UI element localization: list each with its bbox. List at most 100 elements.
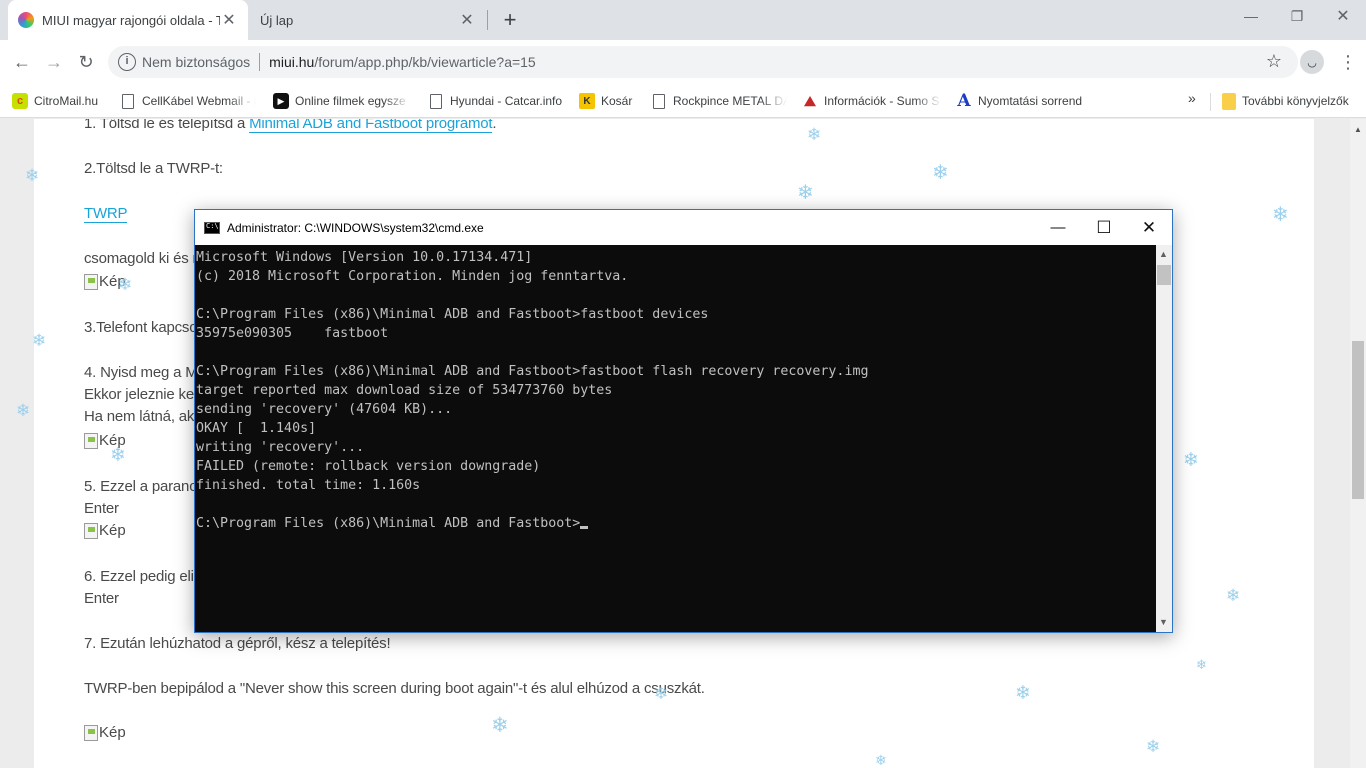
tab-separator xyxy=(487,10,488,30)
image-alt-text: Kép xyxy=(99,724,126,741)
snowflake-icon: ❄ xyxy=(1183,450,1199,471)
step-1-text: 1. Töltsd le és telepítsd a xyxy=(84,119,250,132)
console-line: C:\Program Files (x86)\Minimal ADB and F… xyxy=(196,307,709,322)
play-icon: ▶ xyxy=(273,93,289,109)
tab-close-icon[interactable]: ✕ xyxy=(220,10,238,30)
image-alt-text: Kép xyxy=(99,522,126,539)
new-tab-button[interactable]: + xyxy=(498,6,522,34)
cmd-title: Administrator: C:\WINDOWS\system32\cmd.e… xyxy=(227,220,484,235)
bookmark-item[interactable]: c CitroMail.hu xyxy=(12,90,108,112)
console-line: Microsoft Windows [Version 10.0.17134.47… xyxy=(196,250,533,265)
cmd-minimize-button[interactable]: — xyxy=(1035,210,1081,245)
scroll-down-icon[interactable]: ▼ xyxy=(1159,617,1168,627)
bookmark-item[interactable]: Hyundai - Catcar.info xyxy=(428,90,570,112)
tab-close-icon[interactable]: ✕ xyxy=(458,10,476,30)
scroll-up-icon[interactable]: ▲ xyxy=(1159,249,1168,259)
info-icon[interactable]: i xyxy=(118,53,136,71)
snowflake-icon: ❄ xyxy=(491,714,509,737)
step-7: 7. Ezután lehúzhatod a gépről, kész a te… xyxy=(84,635,391,652)
bookmarks-overflow-button[interactable]: » xyxy=(1188,90,1196,106)
step-4-detail: Ekkor jeleznie kell xyxy=(84,386,201,403)
step-4: 4. Nyisd meg a M xyxy=(84,364,198,381)
page-icon xyxy=(653,93,665,109)
page-scrollbar[interactable]: ▲ xyxy=(1350,119,1366,768)
bookmark-item[interactable]: Rockpince METAL DA xyxy=(651,90,787,112)
twrp-note: TWRP-ben bepipálod a "Never show this sc… xyxy=(84,680,705,697)
snowflake-icon: ❄ xyxy=(797,182,814,204)
bookmark-item[interactable]: CellKábel Webmail - i xyxy=(120,90,256,112)
browser-menu-icon[interactable]: ⋮ xyxy=(1336,48,1360,76)
bookmark-label: CitroMail.hu xyxy=(34,94,99,108)
window-restore-button[interactable]: ❐ xyxy=(1274,0,1320,32)
page-icon xyxy=(430,93,442,109)
bookmark-label: Hyundai - Catcar.info xyxy=(450,94,563,108)
step-1-suffix: . xyxy=(492,119,497,132)
citromail-icon: c xyxy=(12,93,28,109)
text-cursor xyxy=(580,526,589,529)
step-5: 5. Ezzel a paranco xyxy=(84,478,205,495)
tab-new-tab[interactable]: Új lap ✕ xyxy=(248,0,488,40)
cmd-window[interactable]: Administrator: C:\WINDOWS\system32\cmd.e… xyxy=(194,209,1173,633)
window-close-button[interactable]: ✕ xyxy=(1320,0,1366,32)
forward-button[interactable]: → xyxy=(40,48,68,76)
bookmark-label: CellKábel Webmail - i xyxy=(142,94,256,108)
back-button[interactable]: ← xyxy=(8,48,36,76)
snowflake-icon: ❄ xyxy=(654,684,669,703)
bookmark-label: Nyomtatási sorrend xyxy=(978,94,1083,108)
console-line: (c) 2018 Microsoft Corporation. Minden j… xyxy=(196,269,629,284)
reload-button[interactable]: ↻ xyxy=(72,48,100,76)
snowflake-icon: ❄ xyxy=(32,331,47,350)
profile-avatar[interactable]: ◡ xyxy=(1300,50,1324,74)
browser-toolbar: ← → ↻ i Nem biztonságos miui.hu /forum/a… xyxy=(0,40,1366,84)
step-5-enter: Enter xyxy=(84,500,119,517)
console-prompt[interactable]: C:\Program Files (x86)\Minimal ADB and F… xyxy=(196,514,1156,533)
bookmark-label: Online filmek egysze xyxy=(295,94,406,108)
omnibox-divider xyxy=(259,53,261,71)
scrollbar-thumb[interactable] xyxy=(1352,341,1364,499)
snowflake-icon: ❄ xyxy=(16,401,31,420)
console-line: C:\Program Files (x86)\Minimal ADB and F… xyxy=(196,364,869,379)
twrp-link[interactable]: TWRP xyxy=(84,205,128,223)
console-line: finished. total time: 1.160s xyxy=(196,478,421,493)
step-2: 2.Töltsd le a TWRP-t: xyxy=(84,160,223,177)
tab-miui[interactable]: MIUI magyar rajongói oldala - Tu ✕ xyxy=(8,0,248,40)
step-6-enter: Enter xyxy=(84,590,119,607)
cmd-scrollbar[interactable]: ▲ ▼ xyxy=(1156,245,1172,632)
step-3: 3.Telefont kapcso xyxy=(84,319,198,336)
tab-title: Új lap xyxy=(260,12,294,28)
console-output[interactable]: Microsoft Windows [Version 10.0.17134.47… xyxy=(195,245,1156,632)
kosar-icon: K xyxy=(579,93,595,109)
console-line: writing 'recovery'... xyxy=(196,440,365,455)
step-4-note: Ha nem látná, akk xyxy=(84,408,202,425)
broken-image-icon xyxy=(84,432,98,449)
bookmark-label: További könyvjelzők xyxy=(1242,94,1349,108)
broken-image: Kép xyxy=(84,522,126,539)
bookmark-label: Kosár xyxy=(601,94,633,108)
security-label[interactable]: Nem biztonságos xyxy=(142,54,250,70)
minimal-adb-link[interactable]: Minimal ADB and Fastboot programot xyxy=(249,119,493,133)
cmd-titlebar[interactable]: Administrator: C:\WINDOWS\system32\cmd.e… xyxy=(195,210,1172,245)
window-minimize-button[interactable]: — xyxy=(1228,0,1274,32)
bookmark-item[interactable]: ⛰ Információk - Sumo S xyxy=(802,90,942,112)
other-bookmarks-folder[interactable]: További könyvjelzők xyxy=(1222,90,1362,112)
cmd-close-button[interactable]: ✕ xyxy=(1126,210,1172,245)
broken-image-icon xyxy=(84,724,98,741)
sumo-icon: ⛰ xyxy=(804,92,816,109)
cmd-maximize-button[interactable]: ☐ xyxy=(1081,210,1127,245)
step-1: 1. Töltsd le és telepítsd a Minimal ADB … xyxy=(84,119,497,133)
console-line: FAILED (remote: rollback version downgra… xyxy=(196,459,541,474)
twrp-line: TWRP xyxy=(84,205,128,223)
snowflake-icon: ❄ xyxy=(1272,204,1289,226)
bookmark-item[interactable]: A Nyomtatási sorrend xyxy=(956,90,1096,112)
console-line: 35975e090305 fastboot xyxy=(196,326,389,341)
bookmark-item[interactable]: K Kosár xyxy=(579,90,639,112)
cmd-scrollbar-thumb[interactable] xyxy=(1157,265,1171,285)
bookmark-item[interactable]: ▶ Online filmek egysze xyxy=(273,90,411,112)
scroll-up-icon[interactable]: ▲ xyxy=(1354,125,1362,134)
broken-image-icon xyxy=(84,273,98,290)
bookmark-label: Információk - Sumo S xyxy=(824,94,940,108)
bookmark-star-icon[interactable]: ☆ xyxy=(1266,51,1282,72)
address-bar[interactable]: i Nem biztonságos miui.hu /forum/app.php… xyxy=(108,46,1298,78)
